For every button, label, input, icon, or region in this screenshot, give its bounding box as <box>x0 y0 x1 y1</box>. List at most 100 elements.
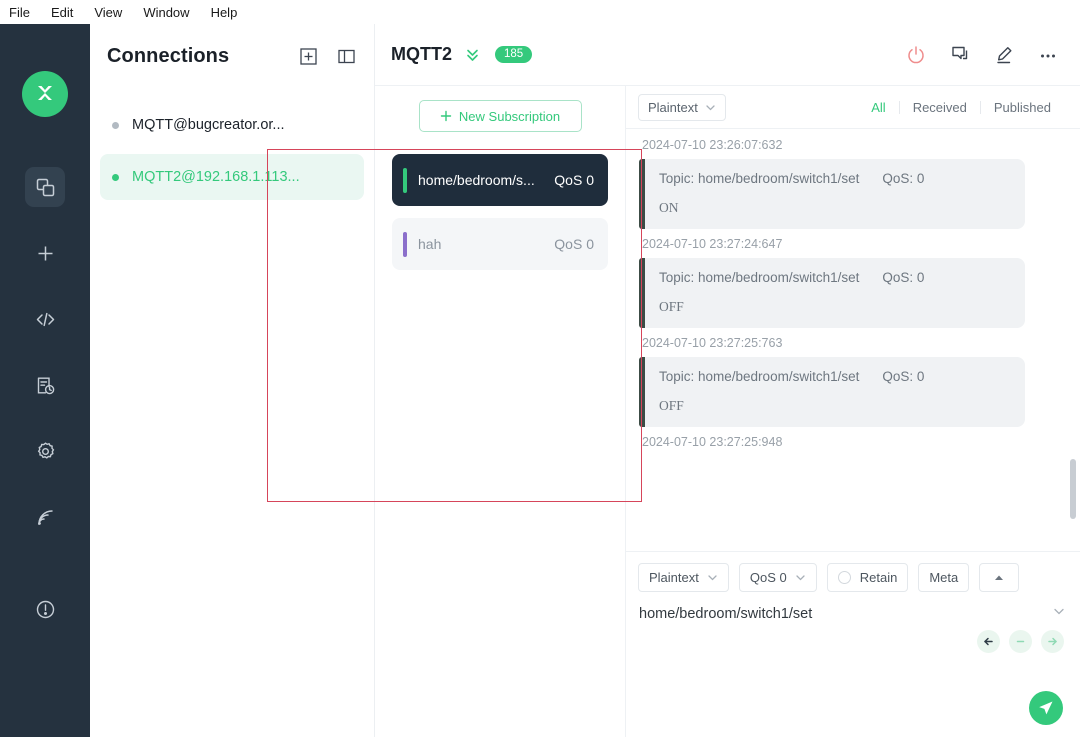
publish-qos-select[interactable]: QoS 0 <box>739 563 817 592</box>
left-rail <box>0 24 90 737</box>
sidebar-item-about[interactable] <box>25 589 65 629</box>
ellipsis-icon[interactable] <box>1037 44 1059 66</box>
main-header: MQTT2 185 <box>375 24 1080 86</box>
send-button[interactable] <box>1029 691 1063 725</box>
status-badge: 185 <box>495 46 532 64</box>
sidebar-item-settings[interactable] <box>25 431 65 471</box>
dash-icon[interactable] <box>1009 630 1032 653</box>
subscription-topic: hah <box>418 236 554 252</box>
message-header: Topic: home/bedroom/switch1/set QoS: 0 <box>659 171 1009 186</box>
list-item[interactable]: MQTT2@192.168.1.113... <box>100 154 364 200</box>
new-subscription-button[interactable]: New Subscription <box>419 100 582 132</box>
sidebar-item-connections[interactable] <box>25 167 65 207</box>
connection-name: MQTT2@192.168.1.113... <box>132 169 300 185</box>
message-topic: Topic: home/bedroom/switch1/set <box>659 171 859 186</box>
messages-scrollbar[interactable] <box>1070 459 1076 519</box>
tab-received[interactable]: Received <box>900 100 980 115</box>
publish-topic-row[interactable]: home/bedroom/switch1/set <box>626 592 1080 623</box>
message-header: Topic: home/bedroom/switch1/set QoS: 0 <box>659 270 1009 285</box>
menu-item-view[interactable]: View <box>94 6 122 19</box>
list-item[interactable]: MQTT@bugcreator.or... <box>100 102 364 148</box>
retain-radio-icon <box>838 571 851 584</box>
subscription-qos: QoS 0 <box>554 172 594 188</box>
sidebar-item-logs[interactable] <box>25 365 65 405</box>
plus-icon <box>440 110 452 122</box>
message-payload: ON <box>659 200 1009 216</box>
new-subscription-label: New Subscription <box>459 109 560 124</box>
arrow-left-icon[interactable] <box>977 630 1000 653</box>
message-qos: QoS: 0 <box>882 270 924 285</box>
sidebar-item-scripts[interactable] <box>25 299 65 339</box>
subscription-color-bar <box>403 168 407 193</box>
retain-checkbox[interactable]: Retain <box>827 563 909 592</box>
double-chevron-down-icon[interactable] <box>464 46 481 63</box>
edit-pencil-icon[interactable] <box>993 44 1015 66</box>
connection-list: MQTT@bugcreator.or... MQTT2@192.168.1.11… <box>90 88 374 200</box>
app-window: File Edit View Window Help <box>0 0 1080 737</box>
page-title: Connections <box>107 45 298 68</box>
chevron-down-icon <box>705 102 716 113</box>
chevron-down-icon[interactable] <box>1052 604 1066 623</box>
status-dot <box>112 174 119 181</box>
connections-header: Connections <box>90 24 374 88</box>
message-topic: Topic: home/bedroom/switch1/set <box>659 270 859 285</box>
message-payload: OFF <box>659 398 1009 414</box>
sidebar-item-benchmark[interactable] <box>25 497 65 537</box>
publish-format-select[interactable]: Plaintext <box>638 563 729 592</box>
send-plane-icon <box>1037 699 1055 717</box>
status-dot <box>112 122 119 129</box>
collapse-button[interactable] <box>979 563 1019 592</box>
connection-title: MQTT2 <box>391 44 452 65</box>
tab-all[interactable]: All <box>858 100 898 115</box>
message-bubble[interactable]: Topic: home/bedroom/switch1/set QoS: 0 O… <box>639 258 1025 328</box>
arrow-right-icon[interactable] <box>1041 630 1064 653</box>
subscription-item[interactable]: home/bedroom/s... QoS 0 <box>392 154 608 206</box>
message-timestamp: 2024-07-10 23:26:07:632 <box>626 138 1080 152</box>
menu-item-edit[interactable]: Edit <box>51 6 73 19</box>
editor-nav-buttons <box>977 630 1064 653</box>
message-timestamp: 2024-07-10 23:27:25:763 <box>626 336 1080 350</box>
message-header: Topic: home/bedroom/switch1/set QoS: 0 <box>659 369 1009 384</box>
message-bubble[interactable]: Topic: home/bedroom/switch1/set QoS: 0 O… <box>639 159 1025 229</box>
message-qos: QoS: 0 <box>882 171 924 186</box>
messages-toolbar: Plaintext All Received Published <box>626 86 1080 129</box>
meta-button[interactable]: Meta <box>918 563 969 592</box>
chevron-down-icon <box>707 572 718 583</box>
panel-toggle-icon[interactable] <box>336 46 356 66</box>
chevron-down-icon <box>795 572 806 583</box>
message-bubble[interactable]: Topic: home/bedroom/switch1/set QoS: 0 O… <box>639 357 1025 427</box>
message-payload: OFF <box>659 299 1009 315</box>
menu-item-help[interactable]: Help <box>211 6 238 19</box>
messages-list[interactable]: 2024-07-10 23:26:07:632 Topic: home/bedr… <box>626 129 1080 551</box>
connections-panel: Connections MQTT@bugcreator.or... MQTT2@… <box>90 24 375 737</box>
subscription-topic: home/bedroom/s... <box>418 172 554 188</box>
message-icon[interactable] <box>949 44 971 66</box>
publish-topic-input[interactable]: home/bedroom/switch1/set <box>639 606 1052 622</box>
retain-label: Retain <box>860 570 898 585</box>
publish-panel: Plaintext QoS 0 <box>626 551 1080 737</box>
subscriptions-panel: New Subscription home/bedroom/s... QoS 0… <box>375 86 626 737</box>
main-area: MQTT2 185 <box>375 24 1080 737</box>
publish-format-value: Plaintext <box>649 570 699 585</box>
subscription-color-bar <box>403 232 407 257</box>
emqx-logo <box>22 71 68 117</box>
message-timestamp: 2024-07-10 23:27:24:647 <box>626 237 1080 251</box>
publish-toolbar: Plaintext QoS 0 <box>626 552 1080 592</box>
message-timestamp: 2024-07-10 23:27:25:948 <box>626 435 1080 449</box>
power-icon[interactable] <box>905 44 927 66</box>
message-filter-tabs: All Received Published <box>858 100 1064 115</box>
subscription-item[interactable]: hah QoS 0 <box>392 218 608 270</box>
plus-box-icon[interactable] <box>298 46 318 66</box>
menu-item-file[interactable]: File <box>9 6 30 19</box>
tab-published[interactable]: Published <box>981 100 1064 115</box>
message-format-select[interactable]: Plaintext <box>638 94 726 121</box>
publish-qos-value: QoS 0 <box>750 570 787 585</box>
rail-icon-list <box>25 167 65 629</box>
connection-name: MQTT@bugcreator.or... <box>132 117 285 133</box>
sidebar-item-new[interactable] <box>25 233 65 273</box>
messages-panel: Plaintext All Received Published <box>626 86 1080 737</box>
menu-item-window[interactable]: Window <box>143 6 189 19</box>
menubar: File Edit View Window Help <box>0 0 1080 24</box>
main-body: New Subscription home/bedroom/s... QoS 0… <box>375 86 1080 737</box>
meta-label: Meta <box>929 570 958 585</box>
